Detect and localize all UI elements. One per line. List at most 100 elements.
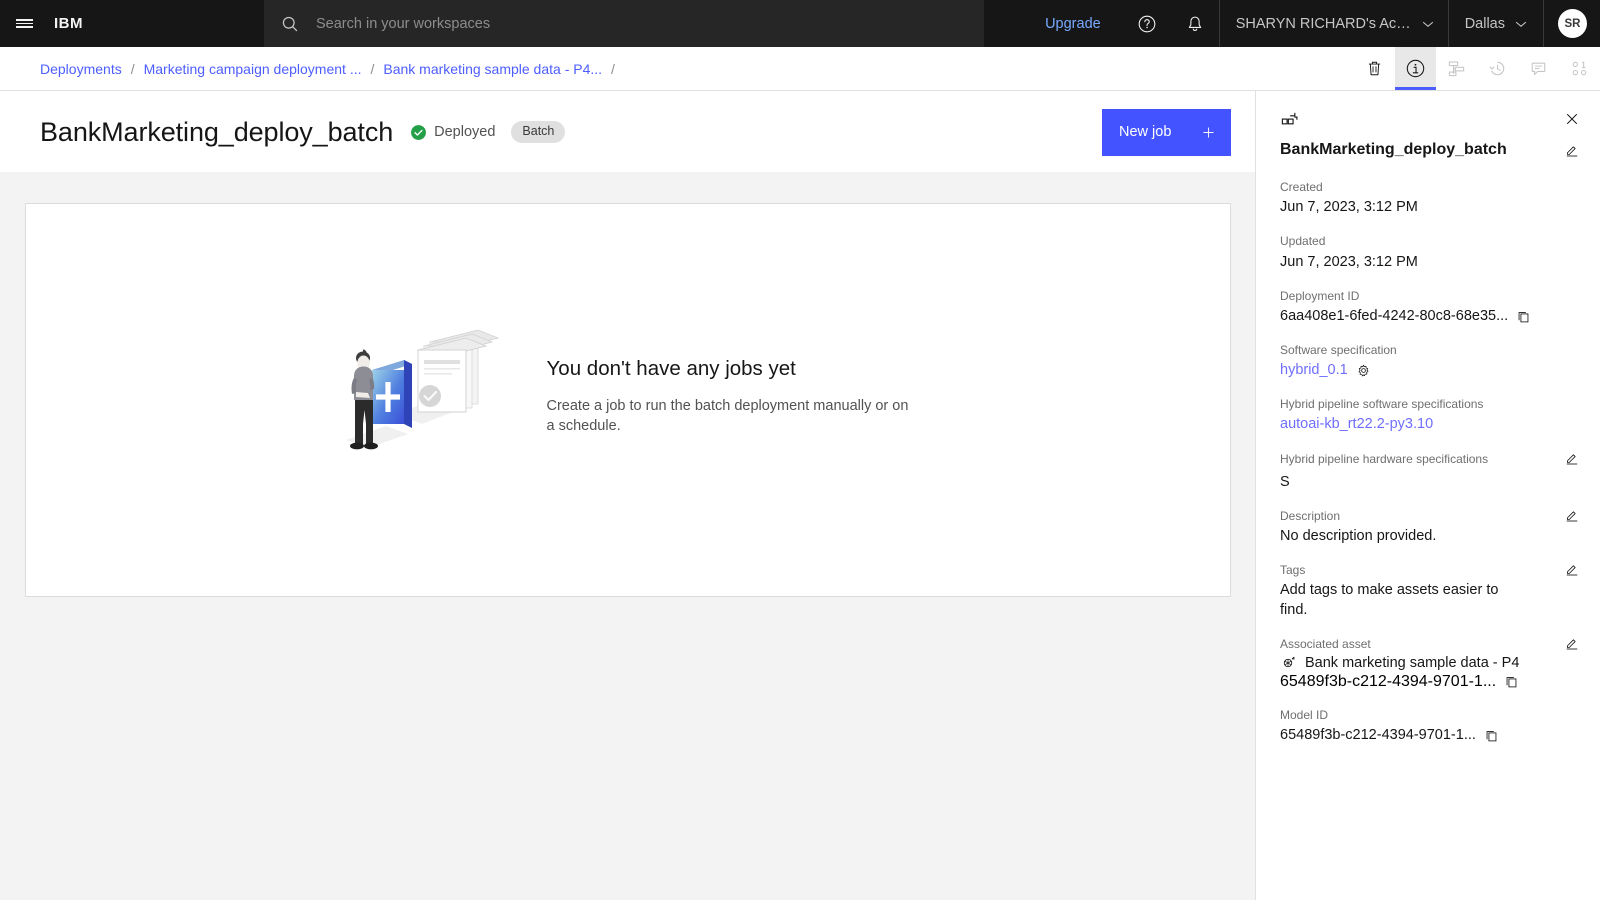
history-icon[interactable] [1477, 47, 1518, 90]
field-associated-asset: Associated asset Bank marketing sample d… [1280, 636, 1580, 691]
breadcrumb: Deployments / Marketing campaign deploym… [0, 61, 624, 77]
field-value-row: 6aa408e1-6fed-4242-80c8-68e35... [1280, 307, 1580, 326]
edit-pencil-icon[interactable] [1564, 635, 1580, 651]
field-created: Created Jun 7, 2023, 3:12 PM [1280, 179, 1580, 217]
field-value: Jun 7, 2023, 3:12 PM [1280, 253, 1418, 270]
account-name: SHARYN RICHARD's Accou... [1235, 15, 1412, 32]
upgrade-link[interactable]: Upgrade [1023, 16, 1123, 32]
field-label: Description [1280, 508, 1341, 523]
delete-icon[interactable] [1354, 47, 1395, 90]
breadcrumb-toolbar [1354, 47, 1600, 90]
field-value: Jun 7, 2023, 3:12 PM [1280, 199, 1418, 216]
associated-asset-name: Bank marketing sample data - P4 [1305, 654, 1520, 671]
field-description: Description No description provided. [1280, 508, 1580, 546]
copy-icon[interactable] [1516, 309, 1531, 324]
search-input[interactable] [316, 15, 916, 32]
avatar[interactable]: SR [1558, 9, 1587, 38]
header-actions: Upgrade SHARYN RICHARD's Accou... Dallas [1023, 0, 1600, 47]
empty-state: You don't have any jobs yet Create a job… [26, 204, 1230, 596]
check-circle-icon [411, 124, 427, 140]
related-assets-icon[interactable] [1559, 47, 1600, 90]
details-panel-title-row: BankMarketing_deploy_batch [1256, 131, 1600, 159]
field-label: Hybrid pipeline software specifications [1280, 397, 1484, 412]
region-name: Dallas [1464, 15, 1505, 32]
field-value-row: hybrid_0.1 [1280, 361, 1580, 380]
breadcrumb-bar: Deployments / Marketing campaign deploym… [0, 47, 1600, 91]
page-title: BankMarketing_deploy_batch [40, 116, 394, 147]
field-label: Deployment ID [1280, 288, 1360, 303]
lineage-icon[interactable] [1436, 47, 1477, 90]
chevron-down-icon [1515, 21, 1527, 27]
details-panel-title: BankMarketing_deploy_batch [1280, 141, 1507, 158]
breadcrumb-separator: / [370, 60, 375, 77]
software-spec-link[interactable]: hybrid_0.1 [1280, 361, 1348, 380]
edit-pencil-icon[interactable] [1564, 561, 1580, 577]
edit-pencil-icon[interactable] [1564, 142, 1580, 158]
region-selector[interactable]: Dallas [1447, 0, 1543, 47]
status-text: Deployed [434, 124, 496, 140]
copy-icon[interactable] [1484, 728, 1499, 743]
empty-state-description: Create a job to run the batch deployment… [546, 397, 909, 434]
model-id-value: 65489f3b-c212-4394-9701-1... [1280, 727, 1476, 743]
hamburger-icon[interactable] [0, 0, 48, 47]
model-asset-icon [1283, 656, 1295, 667]
edit-pencil-icon[interactable] [1564, 450, 1580, 466]
jobs-panel: You don't have any jobs yet Create a job… [25, 203, 1231, 597]
comments-icon[interactable] [1518, 47, 1559, 90]
status-badge: Deployed [410, 124, 495, 141]
field-value: Add tags to make assets easier to find. [1280, 582, 1499, 618]
new-job-label: New job [1119, 124, 1172, 140]
field-label: Created [1280, 180, 1323, 194]
info-icon[interactable] [1395, 47, 1436, 90]
field-updated: Updated Jun 7, 2023, 3:12 PM [1280, 233, 1580, 271]
edit-pencil-icon[interactable] [1564, 507, 1580, 523]
field-value: No description provided. [1280, 528, 1437, 545]
field-value-row: 65489f3b-c212-4394-9701-1... [1280, 726, 1580, 745]
empty-state-heading: You don't have any jobs yet [546, 356, 796, 380]
account-selector[interactable]: SHARYN RICHARD's Accou... [1218, 0, 1448, 47]
chevron-down-icon [1422, 21, 1433, 27]
search-icon [282, 16, 298, 31]
breadcrumb-item-deployments[interactable]: Deployments [40, 61, 122, 77]
field-hybrid-hardware-specifications: Hybrid pipeline hardware specifications … [1280, 451, 1580, 492]
breadcrumb-item-space[interactable]: Bank marketing sample data - P4... [383, 61, 602, 77]
details-panel-header [1256, 91, 1600, 131]
search-bar[interactable] [264, 0, 984, 47]
associated-asset-id: 65489f3b-c212-4394-9701-1... [1280, 672, 1497, 690]
empty-state-text: You don't have any jobs yet Create a job… [547, 357, 919, 436]
associated-asset-id-row: 65489f3b-c212-4394-9701-1... [1280, 673, 1580, 691]
field-hybrid-software-specifications: Hybrid pipeline software specifications … [1280, 396, 1580, 434]
global-header: IBM Upgrade SHARYN RICHARD's Accou... [0, 0, 1600, 47]
breadcrumb-separator: / [130, 60, 135, 77]
field-model-id: Model ID 65489f3b-c212-4394-9701-1... [1280, 707, 1580, 745]
hybrid-software-link[interactable]: autoai-kb_rt22.2-py3.10 [1280, 415, 1580, 434]
plus-icon [1203, 126, 1214, 138]
help-icon[interactable] [1123, 0, 1171, 47]
details-panel: BankMarketing_deploy_batch Created Jun 7… [1255, 91, 1600, 900]
field-label: Model ID [1280, 707, 1329, 722]
no-jobs-illustration [345, 329, 499, 450]
associated-asset-row[interactable]: Bank marketing sample data - P4 [1280, 655, 1580, 671]
new-job-button[interactable]: New job [1102, 108, 1231, 156]
page-header: BankMarketing_deploy_batch Deployed Batc… [0, 92, 1255, 172]
breadcrumb-item-project[interactable]: Marketing campaign deployment ... [144, 61, 362, 77]
deployment-type-tag: Batch [511, 121, 566, 143]
bell-icon[interactable] [1171, 0, 1219, 47]
ibm-logo[interactable]: IBM [48, 15, 83, 32]
field-tags: Tags Add tags to make assets easier to f… [1280, 562, 1580, 619]
field-deployment-id: Deployment ID 6aa408e1-6fed-4242-80c8-68… [1280, 288, 1580, 326]
field-label: Associated asset [1280, 636, 1371, 651]
field-label: Hybrid pipeline hardware specifications [1280, 451, 1489, 466]
field-value: S [1280, 473, 1290, 490]
avatar-container: SR [1543, 0, 1600, 47]
deployment-icon [1281, 112, 1298, 125]
field-label: Tags [1280, 563, 1306, 578]
gear-icon[interactable] [1356, 363, 1371, 378]
field-label: Software specification [1280, 342, 1397, 357]
copy-icon[interactable] [1504, 674, 1519, 689]
field-label: Updated [1280, 234, 1326, 249]
close-icon[interactable] [1564, 111, 1580, 127]
main-content: You don't have any jobs yet Create a job… [0, 172, 1255, 900]
field-software-specification: Software specification hybrid_0.1 [1280, 342, 1580, 380]
deployment-id-value: 6aa408e1-6fed-4242-80c8-68e35... [1280, 307, 1509, 324]
